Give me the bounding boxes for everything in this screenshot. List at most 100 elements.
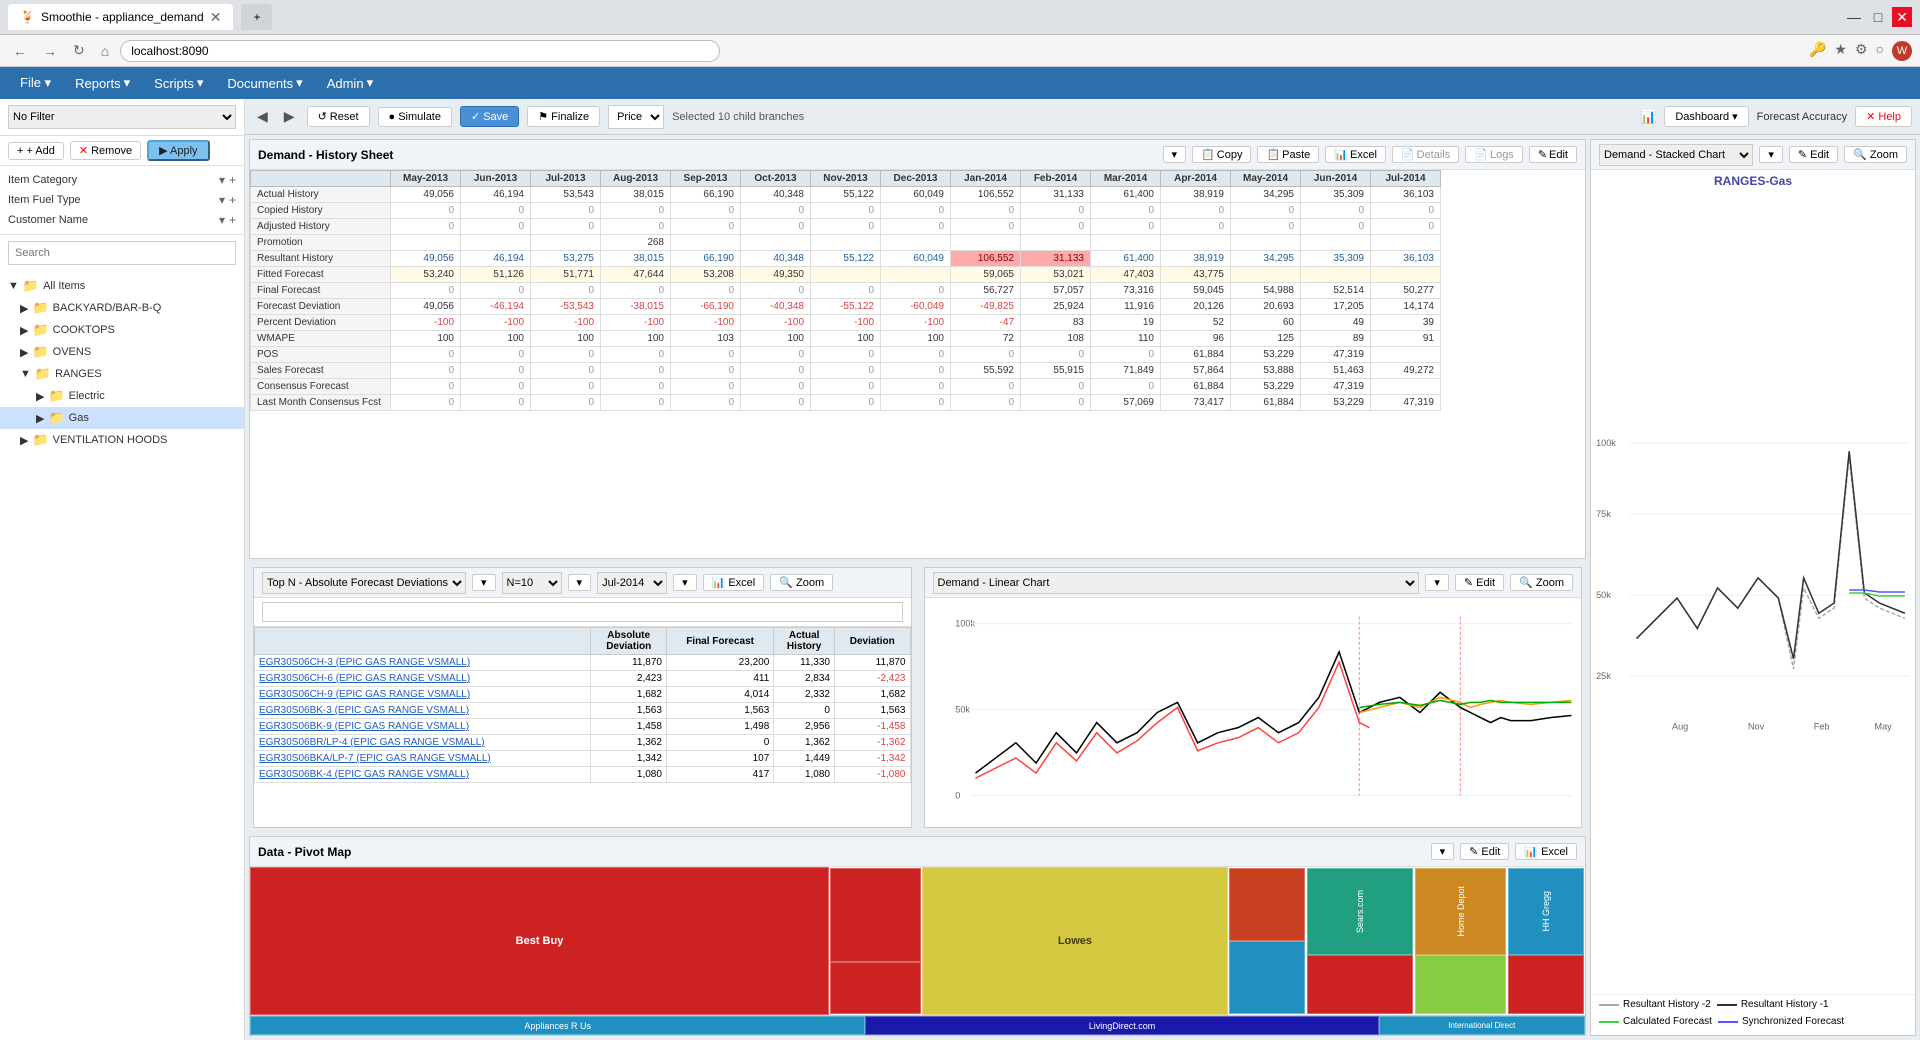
nav-prev-button[interactable]: ◀	[253, 106, 272, 127]
deviation-name[interactable]: EGR30S06BR/LP-4 (EPIC GAS RANGE VSMALL)	[255, 735, 591, 751]
tree-backyard[interactable]: ▶ 📁 BACKYARD/BAR-B-Q	[0, 297, 244, 319]
row-value: -100	[461, 315, 531, 331]
reset-button[interactable]: ↺ Reset	[307, 106, 370, 127]
menu-file[interactable]: File ▾	[8, 69, 63, 97]
deviation-name[interactable]: EGR30S06BK-9 (EPIC GAS RANGE VSMALL)	[255, 719, 591, 735]
pivot-map-edit[interactable]: ✎ Edit	[1460, 843, 1509, 860]
deviation-name[interactable]: EGR30S06CH-3 (EPIC GAS RANGE VSMALL)	[255, 655, 591, 671]
tree-all-items[interactable]: ▼ 📁 All Items	[0, 275, 244, 297]
menu-documents[interactable]: Documents ▾	[215, 69, 314, 97]
appliances-label-cell[interactable]: Appliances R Us	[250, 1016, 865, 1035]
stacked-chart-zoom[interactable]: 🔍 Zoom	[1844, 146, 1907, 163]
top-n-dropdown[interactable]: ▾	[472, 574, 496, 591]
homedepot-green[interactable]	[1415, 955, 1506, 1014]
menu-admin[interactable]: Admin ▾	[315, 69, 385, 97]
sears-cell[interactable]: Sears.com	[1307, 868, 1413, 955]
reload-button[interactable]: ↻	[68, 40, 90, 61]
deviations-zoom[interactable]: 🔍 Zoom	[770, 574, 833, 591]
hhgregg-red[interactable]	[1508, 955, 1584, 1014]
linear-chart-zoom[interactable]: 🔍 Zoom	[1510, 574, 1573, 591]
orange-top[interactable]	[1229, 868, 1305, 941]
linear-chart-dropdown[interactable]: ▾	[1425, 574, 1449, 591]
livingdirect-label-cell[interactable]: LivingDirect.com	[865, 1016, 1378, 1035]
deviations-table-container[interactable]: AbsoluteDeviation Final Forecast ActualH…	[254, 627, 911, 827]
n-value-select[interactable]: N=10	[502, 572, 562, 594]
save-button[interactable]: ✓ Save	[460, 106, 519, 127]
back-button[interactable]: ←	[8, 41, 32, 61]
active-tab[interactable]: 🍹 Smoothie - appliance_demand ✕	[8, 4, 233, 30]
paste-button[interactable]: 📋 Paste	[1257, 146, 1319, 163]
remove-filter-button[interactable]: ✕ Remove	[70, 141, 141, 160]
deviations-excel[interactable]: 📊 Excel	[703, 574, 765, 591]
cooktops-label: COOKTOPS	[53, 324, 115, 336]
bestbuy-sub-top[interactable]	[830, 868, 921, 962]
tree-ventilation[interactable]: ▶ 📁 VENTILATION HOODS	[0, 429, 244, 451]
deviations-search[interactable]	[262, 602, 903, 622]
hhgregg-cell[interactable]: HH Gregg	[1508, 868, 1584, 955]
item-category-add[interactable]: +	[229, 173, 236, 187]
pivot-map-dropdown[interactable]: ▾	[1431, 843, 1455, 860]
finalize-button[interactable]: ⚑ Finalize	[527, 106, 600, 127]
maximize-button[interactable]: □	[1868, 7, 1888, 27]
stacked-chart-edit[interactable]: ✎ Edit	[1789, 146, 1838, 163]
tree-electric[interactable]: ▶ 📁 Electric	[0, 385, 244, 407]
dashboard-button[interactable]: Dashboard ▾	[1664, 106, 1748, 127]
stacked-chart-select[interactable]: Demand - Stacked Chart	[1599, 144, 1753, 166]
edit-button[interactable]: ✎ Edit	[1529, 146, 1577, 163]
simulate-button[interactable]: ● Simulate	[378, 107, 452, 127]
month-dropdown[interactable]: ▾	[673, 574, 697, 591]
star-icon[interactable]: ★	[1834, 41, 1847, 61]
linear-chart-select[interactable]: Demand - Linear Chart	[933, 572, 1420, 594]
address-bar[interactable]	[120, 40, 720, 62]
item-fuel-add[interactable]: +	[229, 193, 236, 207]
add-filter-button[interactable]: + + Add	[8, 142, 64, 160]
apply-button[interactable]: ▶ Apply	[147, 140, 209, 161]
n-dropdown[interactable]: ▾	[568, 574, 592, 591]
homedepot-cell[interactable]: Home Depot	[1415, 868, 1506, 955]
deviation-name[interactable]: EGR30S06BK-4 (EPIC GAS RANGE VSMALL)	[255, 767, 591, 783]
orange-bottom[interactable]	[1229, 941, 1305, 1014]
menu-reports[interactable]: Reports ▾	[63, 69, 142, 97]
sears-red[interactable]	[1307, 955, 1413, 1014]
linear-chart-edit[interactable]: ✎ Edit	[1455, 574, 1504, 591]
stacked-chart-dropdown[interactable]: ▾	[1759, 146, 1783, 163]
bestbuy-cell[interactable]: Best Buy	[250, 867, 829, 1015]
new-tab[interactable]: +	[241, 4, 272, 30]
month-select[interactable]: Jul-2014	[597, 572, 667, 594]
deviation-name[interactable]: EGR30S06BKA/LP-7 (EPIC GAS RANGE VSMALL)	[255, 751, 591, 767]
minimize-button[interactable]: —	[1844, 7, 1864, 27]
search-input[interactable]	[8, 241, 236, 265]
excel-export-button[interactable]: 📊 Excel	[1325, 146, 1386, 163]
tree-gas[interactable]: ▶ 📁 Gas	[0, 407, 244, 429]
help-button[interactable]: ✕ Help	[1855, 106, 1912, 127]
deviation-name[interactable]: EGR30S06CH-6 (EPIC GAS RANGE VSMALL)	[255, 671, 591, 687]
filter-select[interactable]: No Filter	[8, 105, 236, 129]
item-fuel-down[interactable]: ▾	[219, 193, 225, 207]
intl-label-cell[interactable]: International Direct	[1379, 1016, 1585, 1035]
menu-scripts[interactable]: Scripts ▾	[142, 69, 215, 97]
copy-button[interactable]: 📋 Copy	[1192, 146, 1251, 163]
bestbuy-sub-bottom[interactable]	[830, 962, 921, 1014]
deviation-name[interactable]: EGR30S06BK-3 (EPIC GAS RANGE VSMALL)	[255, 703, 591, 719]
price-select[interactable]: Price	[608, 105, 664, 129]
top-n-select[interactable]: Top N - Absolute Forecast Deviations	[262, 572, 466, 594]
home-button[interactable]: ⌂	[96, 41, 114, 61]
tree-ranges[interactable]: ▼ 📁 RANGES	[0, 363, 244, 385]
tree-cooktops[interactable]: ▶ 📁 COOKTOPS	[0, 319, 244, 341]
row-value: 53,021	[1021, 267, 1091, 283]
logs-button[interactable]: 📄 Logs	[1465, 146, 1523, 163]
item-category-down[interactable]: ▾	[219, 173, 225, 187]
pivot-map-excel[interactable]: 📊 Excel	[1515, 843, 1577, 860]
tree-ovens[interactable]: ▶ 📁 OVENS	[0, 341, 244, 363]
close-button[interactable]: ✕	[1892, 7, 1912, 27]
history-sheet-dropdown[interactable]: ▾	[1163, 146, 1187, 163]
details-button[interactable]: 📄 Details	[1392, 146, 1459, 163]
nav-next-button[interactable]: ▶	[280, 106, 299, 127]
customer-name-add[interactable]: +	[229, 213, 236, 227]
deviation-name[interactable]: EGR30S06CH-9 (EPIC GAS RANGE VSMALL)	[255, 687, 591, 703]
history-table-container[interactable]: May-2013Jun-2013Jul-2013Aug-2013Sep-2013…	[250, 170, 1585, 558]
forward-button[interactable]: →	[38, 41, 62, 61]
lowes-cell[interactable]: Lowes	[922, 867, 1228, 1015]
tab-close-button[interactable]: ✕	[210, 9, 222, 26]
customer-name-down[interactable]: ▾	[219, 213, 225, 227]
